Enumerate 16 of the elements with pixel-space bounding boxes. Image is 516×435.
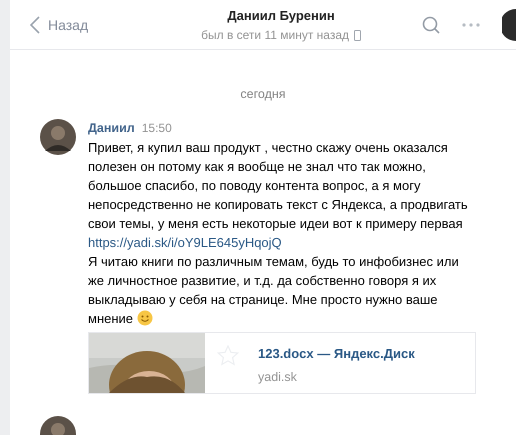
message-link[interactable]: https://yadi.sk/i/oY9LE645yHqojQ [88,233,282,252]
chevron-left-icon [30,16,40,34]
search-icon[interactable] [422,16,440,34]
link-preview[interactable]: 123.docx — Яндекс.Диск yadi.sk [88,332,476,394]
chat-title: Даниил Буренин [227,8,335,23]
message-time: 15:50 [142,120,172,137]
smiley-icon [136,310,153,326]
more-icon[interactable] [462,22,480,26]
online-status: был в сети 11 минут назад [201,28,350,42]
attachment-title: 123.docx — Яндекс.Диск [258,345,415,363]
attachment-domain: yadi.sk [258,369,298,386]
author-name[interactable]: Даниил [88,119,135,138]
phone-icon [354,30,362,40]
message-text: Я читаю книги по различным темам, будь то инфобизнес или же личностное развитие, и т.д. да собственно говоря я их выкладываю у себя на странице. Мне просто нужно ваше мнение [88,253,460,328]
message-text: Привет, я купил ваш продукт , честно скажу очень оказался полезен он потому как я вообще не знал что так можно, большое спасибо, по поводу контента вопрос, а я могу непосредственно не копировать текст с Яндекса, а продвигать свои темы, у меня есть некоторые идеи вот к примеру первая [88,139,469,233]
date-divider: сегодня [240,87,286,101]
